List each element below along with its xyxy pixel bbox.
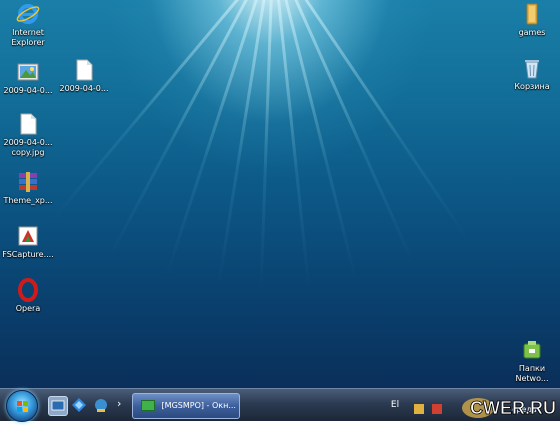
desktop-icon-document-file[interactable]: 2009-04-0... [54, 58, 114, 94]
task-label: [MGSMPO] - Окн... [161, 401, 236, 410]
task-app-icon [141, 400, 155, 411]
desktop-icon-label: Internet Explorer [11, 28, 45, 47]
taskbar: › [MGSMPO] - Окн... El среда [0, 388, 560, 422]
desktop-icon-label: Папки Netwo... [515, 364, 549, 383]
recycle-bin-icon [520, 56, 544, 80]
desktop-icon-label: games [518, 28, 546, 37]
tray-speaker-icon[interactable] [414, 404, 424, 414]
network-icon[interactable] [92, 396, 110, 414]
desktop-icon-fscapture[interactable]: FSCapture.... [0, 224, 58, 260]
document-file-icon [16, 112, 40, 136]
desktop-icon-label: 2009-04-0... copy.jpg [3, 138, 53, 157]
folder-icon [520, 2, 544, 26]
desktop-icon-label: 2009-04-0... [59, 84, 109, 93]
image-file-icon [16, 60, 40, 84]
winrar-archive-icon [16, 170, 40, 194]
desktop-icon-label: FSCapture.... [2, 250, 54, 259]
tray-day-label: среда [512, 405, 537, 414]
desktop-icon-image-file[interactable]: 2009-04-0... [0, 60, 58, 96]
browser-icon[interactable] [70, 396, 88, 414]
language-indicator[interactable]: El [386, 397, 404, 413]
desktop-icon-copy-jpg[interactable]: 2009-04-0... copy.jpg [0, 112, 58, 158]
document-file-icon [72, 58, 96, 82]
desktop[interactable]: Internet Explorer 2009-04-0... 2009-04-0… [0, 0, 560, 388]
show-desktop-icon[interactable] [48, 396, 68, 416]
network-folder-icon [520, 338, 544, 362]
desktop-icon-label: Theme_xp... [3, 196, 53, 205]
fscapture-icon [16, 224, 40, 248]
desktop-icon-internet-explorer[interactable]: Internet Explorer [0, 2, 58, 48]
desktop-icon-label: Opera [15, 304, 41, 313]
desktop-icon-games-folder[interactable]: games [502, 2, 560, 38]
desktop-icon-network-folders[interactable]: Папки Netwo... [502, 338, 560, 384]
desktop-icon-label: Корзина [514, 82, 550, 91]
desktop-icon-label: 2009-04-0... [3, 86, 53, 95]
desktop-icon-opera[interactable]: Opera [0, 278, 58, 314]
internet-explorer-icon [16, 2, 40, 26]
quick-launch-chevron[interactable]: › [117, 396, 121, 412]
opera-icon [16, 278, 40, 302]
windows-start-orb-icon[interactable] [6, 390, 38, 422]
tray-network-icon[interactable] [432, 404, 443, 414]
taskbar-task-button[interactable]: [MGSMPO] - Окн... [132, 393, 240, 419]
desktop-icon-recycle-bin[interactable]: Корзина [502, 56, 560, 92]
tray-icons [414, 399, 443, 418]
desktop-icon-theme-archive[interactable]: Theme_xp... [0, 170, 58, 206]
